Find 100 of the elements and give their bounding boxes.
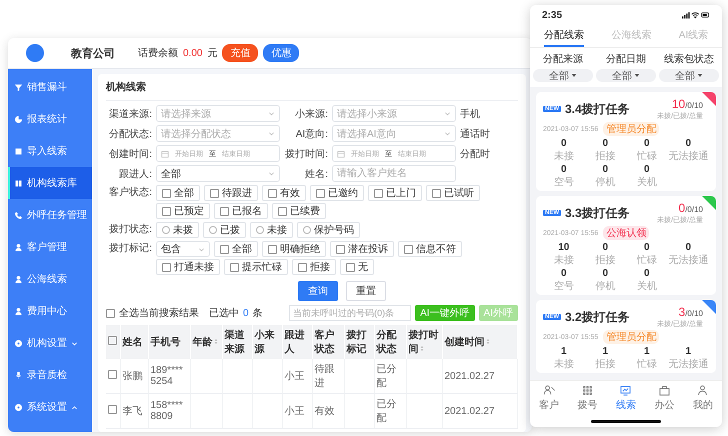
- checkbox-option[interactable]: 潜在投诉: [330, 241, 394, 257]
- nav-item[interactable]: 拨号: [578, 384, 598, 412]
- person-icon: [696, 384, 710, 397]
- select-field[interactable]: 全部: [156, 165, 280, 182]
- checkbox-option[interactable]: 拒接: [292, 259, 336, 275]
- radio-option[interactable]: 未拨: [156, 222, 199, 238]
- action-button[interactable]: 重置: [346, 281, 386, 301]
- funnel-icon: [14, 82, 23, 92]
- person-icon: [14, 274, 23, 284]
- home-indicator: [591, 420, 661, 422]
- sidebar-item[interactable]: 机构设置: [8, 327, 92, 359]
- column-header: 年龄: [190, 325, 222, 359]
- select-field[interactable]: 包含: [156, 241, 210, 257]
- checkbox-option[interactable]: 已续费: [272, 203, 326, 219]
- task-title: 3.4拨打任务: [565, 100, 630, 118]
- header-button[interactable]: 优惠: [263, 44, 300, 62]
- nav-item[interactable]: 办公: [654, 384, 674, 412]
- name-input[interactable]: 请输入客户姓名: [332, 165, 456, 182]
- stat-label: 未接: [554, 358, 574, 371]
- stat-label: 无法接通: [668, 358, 708, 371]
- stat-value: 0: [560, 138, 567, 149]
- checkbox-option[interactable]: 全部: [214, 241, 258, 257]
- checkbox-option[interactable]: 提示忙碌: [224, 259, 288, 275]
- sort-icon[interactable]: [420, 345, 424, 352]
- table-cell: 李飞: [122, 406, 142, 417]
- checkbox-option[interactable]: 已预定: [156, 203, 210, 219]
- radio-option[interactable]: 已拨: [203, 222, 246, 238]
- count-unit: 条: [252, 307, 263, 320]
- sidebar-item[interactable]: 导入线索: [8, 135, 92, 167]
- chevron-down-icon: [268, 170, 275, 177]
- checkbox-option[interactable]: 全部: [156, 185, 200, 201]
- radio-option[interactable]: 保护号码: [297, 222, 360, 238]
- filter-dropdown[interactable]: 全部: [533, 69, 593, 82]
- stat-value: 0: [685, 138, 692, 149]
- stat-value: 10: [558, 242, 570, 253]
- sidebar-item[interactable]: 外呼任务管理: [8, 199, 92, 231]
- stat-label: 忙碌: [636, 254, 657, 267]
- filter-dropdown[interactable]: 全部: [596, 69, 656, 82]
- checkbox-option[interactable]: 已报名: [214, 203, 268, 219]
- sidebar-item[interactable]: 销售漏斗: [8, 71, 92, 103]
- action-button[interactable]: 查询: [298, 281, 338, 301]
- gear-icon: [14, 402, 23, 412]
- checkbox-option[interactable]: 有效: [262, 185, 306, 201]
- checkbox-option[interactable]: 已试听: [426, 185, 480, 201]
- caret-icon: [634, 73, 640, 78]
- radio-option[interactable]: 未接: [250, 222, 293, 238]
- person-icon: [14, 306, 23, 316]
- field-label: 渠道来源:: [108, 108, 152, 120]
- phone-tab[interactable]: 分配线索: [544, 25, 584, 47]
- stat-value: 0: [644, 268, 650, 279]
- sidebar-item[interactable]: 客户管理: [8, 231, 92, 263]
- currency-label: 元: [207, 47, 218, 60]
- filter-label: 分配来源: [543, 52, 583, 66]
- column-header: 跟进人: [282, 325, 312, 359]
- checkbox-option[interactable]: 已邀约: [310, 185, 364, 201]
- stat-label: 关机: [636, 176, 657, 189]
- sidebar-item[interactable]: 公海线索: [8, 263, 92, 295]
- select-all-checkbox[interactable]: [106, 308, 115, 318]
- field-label: 拨打时间:: [284, 148, 328, 160]
- nav-item[interactable]: 线索: [616, 384, 636, 412]
- chevron-down-icon: [268, 130, 275, 137]
- task-title: 3.2拨打任务: [565, 308, 630, 326]
- phone-icon: [14, 210, 23, 220]
- checkbox-option[interactable]: 无: [340, 259, 374, 275]
- briefcase-icon: [658, 384, 671, 397]
- call-count-field[interactable]: 当前未呼叫过的号码(0)条: [289, 305, 412, 321]
- field-label: 通话时: [460, 128, 491, 140]
- field-label: 拨打标记:: [108, 242, 152, 256]
- checkbox-option[interactable]: 打通未接: [156, 259, 220, 275]
- sidebar-item[interactable]: 机构线索库: [8, 167, 92, 199]
- checkbox-option[interactable]: 明确拒绝: [262, 241, 326, 257]
- field-label: 跟进人:: [118, 168, 152, 180]
- sort-icon[interactable]: [486, 338, 490, 345]
- source-tag: 公海认领: [603, 226, 650, 240]
- sidebar-item[interactable]: 系统设置: [8, 391, 92, 423]
- caret-icon: [571, 73, 577, 78]
- sidebar-item[interactable]: 报表统计: [8, 103, 92, 135]
- row-checkbox[interactable]: [108, 405, 117, 414]
- row-checkbox[interactable]: [108, 370, 117, 379]
- sort-icon[interactable]: [214, 338, 218, 345]
- nav-item[interactable]: 客户: [539, 384, 560, 412]
- stat-label: 拒接: [595, 358, 616, 371]
- stat-label: 关机: [636, 280, 657, 293]
- table-cell: 小王: [284, 371, 304, 382]
- nav-item[interactable]: 我的: [692, 384, 713, 412]
- header-checkbox[interactable]: [108, 336, 117, 345]
- column-header: 姓名: [120, 325, 148, 359]
- filter-dropdown[interactable]: 全部: [659, 69, 719, 82]
- stat-value: 0: [602, 164, 608, 175]
- stat-label: 停机: [595, 280, 616, 293]
- checkbox-option[interactable]: 待跟进: [204, 185, 258, 201]
- checkbox-option[interactable]: 信息不符: [398, 241, 462, 257]
- checkbox-option[interactable]: 已上门: [368, 185, 422, 201]
- sidebar-item[interactable]: 费用中心: [8, 295, 92, 327]
- field-label: 分配时: [460, 148, 491, 160]
- table-cell: 2021.02.27: [444, 406, 495, 416]
- sidebar-item[interactable]: 录音质检: [8, 359, 92, 391]
- select-all-label: 全选当前搜索结果: [119, 306, 199, 320]
- stat-label: 忙碌: [636, 150, 657, 163]
- called-count: 3: [678, 305, 686, 319]
